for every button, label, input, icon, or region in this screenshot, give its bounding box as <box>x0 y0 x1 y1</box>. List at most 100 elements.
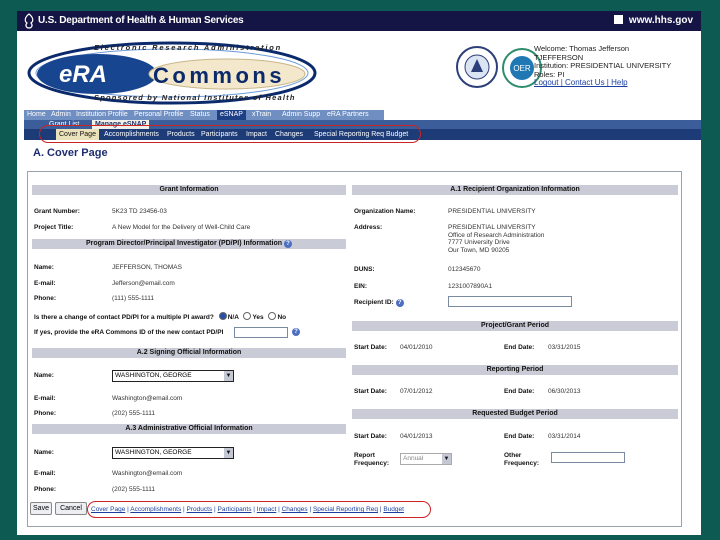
other-frequency-label: Other Frequency: <box>504 452 540 467</box>
recipient-id-label: Recipient ID: <box>354 299 394 306</box>
main-tabs: Home Admin Institution Profile Personal … <box>24 110 384 120</box>
pdpi-name-label: Name: <box>34 264 54 271</box>
help-icon[interactable]: ? <box>284 240 293 248</box>
cover-page-form: Grant Information Grant Number: 5K23 TD … <box>27 171 682 527</box>
pgp-header: Project/Grant Period <box>352 321 678 331</box>
org-address-label: Address: <box>354 224 383 231</box>
rbp-start-value: 04/01/2013 <box>400 433 433 440</box>
help-icon[interactable]: ? <box>395 299 404 307</box>
rbp-header: Requested Budget Period <box>352 409 678 419</box>
ao-email-label: E-mail: <box>34 470 56 477</box>
tab-personal-profile[interactable]: Personal Profile <box>134 110 183 120</box>
ein-value: 1231007890A1 <box>448 283 493 290</box>
rp-start-label: Start Date: <box>354 388 387 395</box>
hhs-bar: U.S. Department of Health & Human Servic… <box>17 11 701 31</box>
tab-status[interactable]: Status <box>190 110 210 120</box>
rp-end-label: End Date: <box>504 388 535 395</box>
tab-home[interactable]: Home <box>27 110 46 120</box>
save-button[interactable]: Save <box>30 502 52 515</box>
welcome-panel: Welcome: Thomas Jefferson TJEFFERSON Ins… <box>534 44 671 88</box>
chevron-down-icon: ▼ <box>442 454 451 464</box>
era-tagline-top: Electronic Research Administration <box>94 43 283 52</box>
cancel-button[interactable]: Cancel <box>55 502 87 515</box>
ao-name-value: WASHINGTON, GEORGE <box>115 449 192 456</box>
pgp-start-label: Start Date: <box>354 344 387 351</box>
pdpi-phone-label: Phone: <box>34 295 57 302</box>
pgp-start-value: 04/01/2010 <box>400 344 433 351</box>
ao-header: A.3 Administrative Official Information <box>32 424 346 434</box>
commons-wordmark: Commons <box>153 63 286 88</box>
grant-number-label: Grant Number: <box>34 208 80 215</box>
hhs-link[interactable]: www.hhs.gov <box>614 15 693 26</box>
tab-admin[interactable]: Admin <box>51 110 71 120</box>
pdpi-email-value: Jefferson@email.com <box>112 280 175 287</box>
tab-admin-supp[interactable]: Admin Supp <box>282 110 320 120</box>
radio-no-label: No <box>277 314 287 321</box>
so-name-label: Name: <box>34 372 54 379</box>
browser-window: U.S. Department of Health & Human Servic… <box>17 11 701 535</box>
highlight-oval-bottom <box>87 501 431 518</box>
rbp-start-label: Start Date: <box>354 433 387 440</box>
page-title: A. Cover Page <box>33 147 108 159</box>
ao-phone-value: (202) 555-1111 <box>112 486 156 493</box>
ao-email-value: Washington@email.com <box>112 470 183 477</box>
radio-na-label: N/A <box>227 314 239 321</box>
other-frequency-input[interactable] <box>551 452 625 463</box>
so-email-value: Washington@email.com <box>112 395 183 402</box>
so-phone-value: (202) 555-1111 <box>112 410 156 417</box>
so-name-value: WASHINGTON, GEORGE <box>115 372 192 379</box>
commons-id-help-icon[interactable]: ? <box>292 328 300 336</box>
project-title-value: A New Model for the Delivery of Well-Chi… <box>112 224 251 231</box>
recipient-id-input[interactable] <box>448 296 572 307</box>
so-email-label: E-mail: <box>34 395 56 402</box>
chevron-down-icon: ▼ <box>224 448 233 458</box>
org-address-line: Office of Research Administration <box>448 231 545 239</box>
duns-value: 012345670 <box>448 266 481 273</box>
org-address-line: PRESIDENTIAL UNIVERSITY <box>448 224 536 231</box>
org-address-line: 7777 University Drive <box>448 239 510 247</box>
report-frequency-value: Annual <box>403 455 424 462</box>
rp-start-value: 07/01/2012 <box>400 388 433 395</box>
pdpi-email-label: E-mail: <box>34 280 56 287</box>
chevron-down-icon: ▼ <box>224 371 233 381</box>
ao-name-label: Name: <box>34 449 54 456</box>
highlight-oval-top <box>39 125 421 143</box>
pdpi-header-text: Program Director/Principal Investigator … <box>85 240 283 247</box>
user-links[interactable]: Logout | Contact Us | Help <box>534 79 671 88</box>
org-address-line: Our Town, MD 90205 <box>448 246 510 254</box>
radio-na[interactable] <box>218 312 227 320</box>
rbp-end-value: 03/31/2014 <box>548 433 581 440</box>
pdpi-change-question: Is there a change of contact PD/PI for a… <box>34 314 214 321</box>
project-title-label: Project Title: <box>34 224 74 231</box>
nih-seal-icon <box>456 46 498 88</box>
hhs-url[interactable]: www.hhs.gov <box>629 15 693 26</box>
pdpi-change-row: Is there a change of contact PD/PI for a… <box>34 312 286 321</box>
so-phone-label: Phone: <box>34 410 57 417</box>
hhs-eagle-icon <box>24 13 34 29</box>
duns-label: DUNS: <box>354 266 375 273</box>
grant-info-header: Grant Information <box>32 185 346 195</box>
commons-id-input[interactable] <box>234 327 288 338</box>
oer-seal-text: OER <box>513 64 531 73</box>
tab-esnap[interactable]: eSNAP <box>217 110 246 120</box>
rp-header: Reporting Period <box>352 365 678 375</box>
so-name-select[interactable]: WASHINGTON, GEORGE ▼ <box>112 370 234 382</box>
recipient-id-row: Recipient ID:? <box>354 299 404 307</box>
rp-end-value: 06/30/2013 <box>548 388 581 395</box>
report-frequency-select[interactable]: Annual ▼ <box>400 453 452 465</box>
hhs-title[interactable]: U.S. Department of Health & Human Servic… <box>38 15 244 26</box>
org-header: A.1 Recipient Organization Information <box>352 185 678 195</box>
radio-yes[interactable] <box>243 312 252 320</box>
pdpi-phone-value: (111) 555-1111 <box>112 295 155 302</box>
tab-institution-profile[interactable]: Institution Profile <box>76 110 128 120</box>
era-wordmark: eRA <box>59 61 108 88</box>
grant-number-value: 5K23 TD 23456-03 <box>112 208 167 215</box>
tab-era-partners[interactable]: eRA Partners <box>327 110 369 120</box>
ao-name-select[interactable]: WASHINGTON, GEORGE ▼ <box>112 447 234 459</box>
radio-no[interactable] <box>268 312 277 320</box>
era-banner: Electronic Research Administration eRA C… <box>17 31 701 115</box>
hhs-arrow-icon <box>614 15 624 24</box>
org-name-value: PRESIDENTIAL UNIVERSITY <box>448 208 536 215</box>
tab-xtrain[interactable]: xTrain <box>252 110 271 120</box>
org-name-label: Organization Name: <box>354 208 416 215</box>
